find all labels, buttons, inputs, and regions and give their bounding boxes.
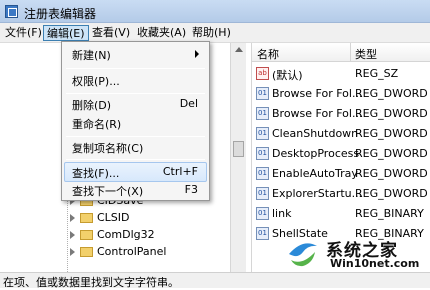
binary-value-icon: 01 xyxy=(256,127,269,140)
registry-editor-icon xyxy=(5,5,18,18)
column-divider[interactable] xyxy=(350,43,351,62)
menu-item-shortcut: F3 xyxy=(184,183,198,196)
menu-item-delete[interactable]: 删除(D) Del xyxy=(64,94,207,114)
list-row[interactable]: 01 Browse For Fol... REG_DWORD xyxy=(252,84,430,104)
value-type: REG_SZ xyxy=(355,67,399,80)
list-header: 名称 类型 xyxy=(252,43,430,62)
value-type: REG_DWORD xyxy=(355,187,428,200)
folder-icon xyxy=(80,213,93,223)
title-bar: 注册表编辑器 xyxy=(0,0,430,23)
menu-file[interactable]: 文件(F) xyxy=(2,25,45,41)
scroll-up-arrow-icon[interactable] xyxy=(235,47,243,52)
value-name: EnableAutoTray xyxy=(272,167,358,180)
menu-item-new[interactable]: 新建(N) xyxy=(64,44,207,64)
expand-arrow-icon[interactable] xyxy=(70,248,75,256)
list-row[interactable]: 01 EnableAutoTray REG_DWORD xyxy=(252,164,430,184)
binary-value-icon: 01 xyxy=(256,87,269,100)
watermark-logo-icon xyxy=(289,243,317,267)
value-name: Browse For Fol... xyxy=(272,87,363,100)
menu-item-label: 查找下一个(X) xyxy=(72,185,144,198)
tree-node-label: CLSID xyxy=(97,211,130,224)
list-row[interactable]: 01 link REG_BINARY xyxy=(252,204,430,224)
menu-item-label: 权限(P)... xyxy=(72,75,120,88)
value-type: REG_DWORD xyxy=(355,87,428,100)
value-name: ExplorerStartu... xyxy=(272,187,363,200)
binary-value-icon: 01 xyxy=(256,187,269,200)
binary-value-icon: 01 xyxy=(256,167,269,180)
value-name: DesktopProcess xyxy=(272,147,360,160)
list-row[interactable]: 01 CleanShutdown REG_DWORD xyxy=(252,124,430,144)
list-row[interactable]: 01 DesktopProcess REG_DWORD xyxy=(252,144,430,164)
folder-icon xyxy=(80,230,93,240)
column-header-type[interactable]: 类型 xyxy=(355,46,377,62)
value-name: (默认) xyxy=(272,69,303,82)
status-bar: 在项、值或数据里找到文字字符串。 xyxy=(0,272,430,289)
tree-scrollbar[interactable] xyxy=(230,43,246,272)
menu-item-shortcut: Del xyxy=(179,97,198,110)
menu-view[interactable]: 查看(V) xyxy=(89,25,133,41)
menu-edit[interactable]: 编辑(E) xyxy=(43,25,89,41)
tree-node-label: ComDlg32 xyxy=(97,228,155,241)
menu-item-rename[interactable]: 重命名(R) xyxy=(64,113,207,133)
menu-item-label: 新建(N) xyxy=(72,49,111,62)
menu-item-permissions[interactable]: 权限(P)... xyxy=(64,70,207,90)
menu-item-label: 重命名(R) xyxy=(72,118,122,131)
window-title: 注册表编辑器 xyxy=(24,7,97,21)
watermark: 系统之家 Win10net.com xyxy=(286,236,427,270)
edit-context-menu: 新建(N) 权限(P)... 删除(D) Del 重命名(R) 复制项名称(C)… xyxy=(61,41,210,201)
expand-arrow-icon[interactable] xyxy=(70,214,75,222)
value-name: link xyxy=(272,207,292,220)
list-row[interactable]: ab (默认) REG_SZ xyxy=(252,64,430,84)
menu-help[interactable]: 帮助(H) xyxy=(189,25,234,41)
scrollbar-thumb[interactable] xyxy=(233,141,244,157)
binary-value-icon: 01 xyxy=(256,207,269,220)
menu-favorites[interactable]: 收藏夹(A) xyxy=(134,25,189,41)
tree-node-label: ControlPanel xyxy=(97,245,167,258)
binary-value-icon: 01 xyxy=(256,107,269,120)
value-name: Browse For Fol... xyxy=(272,107,363,120)
value-type: REG_DWORD xyxy=(355,147,428,160)
list-row[interactable]: 01 Browse For Fol... REG_DWORD xyxy=(252,104,430,124)
menu-separator xyxy=(66,159,205,160)
binary-value-icon: 01 xyxy=(256,147,269,160)
submenu-arrow-icon xyxy=(195,50,199,58)
binary-value-icon: 01 xyxy=(256,227,269,240)
menu-item-label: 查找(F)... xyxy=(72,167,120,180)
menu-bar: 文件(F) 编辑(E) 查看(V) 收藏夹(A) 帮助(H) xyxy=(0,23,430,43)
column-header-name[interactable]: 名称 xyxy=(257,46,279,62)
menu-separator xyxy=(66,68,205,69)
value-type: REG_BINARY xyxy=(355,207,424,220)
watermark-url: Win10net.com xyxy=(330,257,420,270)
string-value-icon: ab xyxy=(256,67,269,80)
value-type: REG_DWORD xyxy=(355,107,428,120)
menu-item-label: 复制项名称(C) xyxy=(72,142,144,155)
value-type: REG_DWORD xyxy=(355,167,428,180)
value-type: REG_DWORD xyxy=(355,127,428,140)
menu-item-find[interactable]: 查找(F)... Ctrl+F xyxy=(64,162,207,182)
folder-icon xyxy=(80,247,93,257)
expand-arrow-icon[interactable] xyxy=(70,231,75,239)
menu-item-copy-key-name[interactable]: 复制项名称(C) xyxy=(64,137,207,157)
list-row[interactable]: 01 ExplorerStartu... REG_DWORD xyxy=(252,184,430,204)
menu-item-shortcut: Ctrl+F xyxy=(162,165,198,178)
value-name: CleanShutdown xyxy=(272,127,359,140)
menu-item-find-next[interactable]: 查找下一个(X) F3 xyxy=(64,180,207,200)
menu-item-label: 删除(D) xyxy=(72,99,112,112)
